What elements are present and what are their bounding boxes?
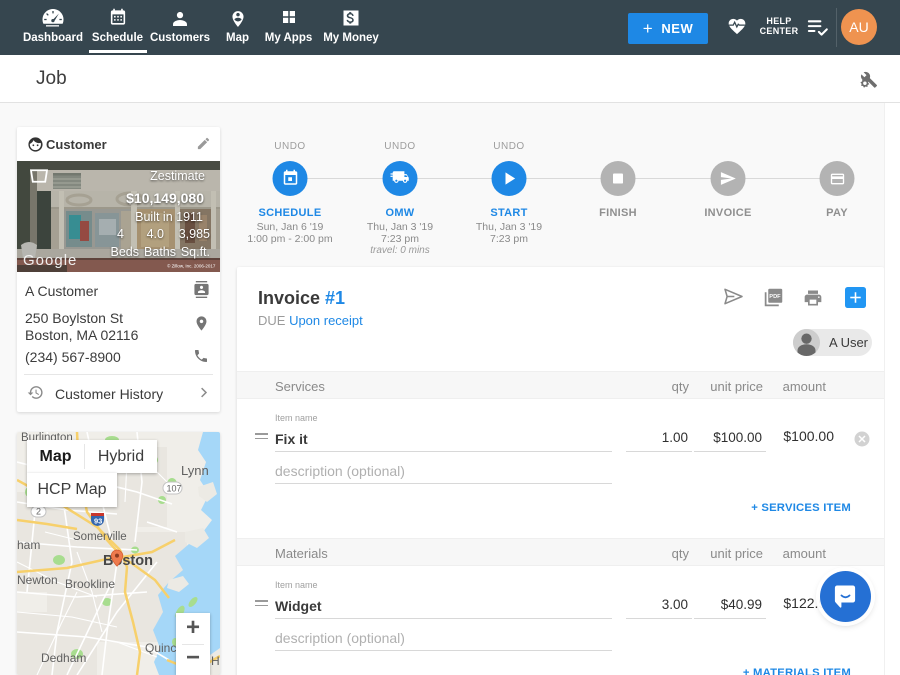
svg-text:93: 93 bbox=[94, 517, 102, 526]
svg-text:ham: ham bbox=[17, 538, 40, 552]
svg-text:Lynn: Lynn bbox=[181, 463, 209, 478]
svg-text:Brookline: Brookline bbox=[65, 577, 115, 591]
svg-text:Boston: Boston bbox=[103, 553, 153, 569]
svg-text:107: 107 bbox=[167, 484, 182, 494]
svg-text:Hi: Hi bbox=[211, 654, 220, 668]
svg-text:2: 2 bbox=[36, 507, 41, 517]
svg-text:Newton: Newton bbox=[17, 573, 58, 587]
svg-text:PDF: PDF bbox=[769, 294, 781, 300]
svg-text:Dedham: Dedham bbox=[41, 651, 86, 665]
svg-text:Somerville: Somerville bbox=[73, 531, 127, 543]
